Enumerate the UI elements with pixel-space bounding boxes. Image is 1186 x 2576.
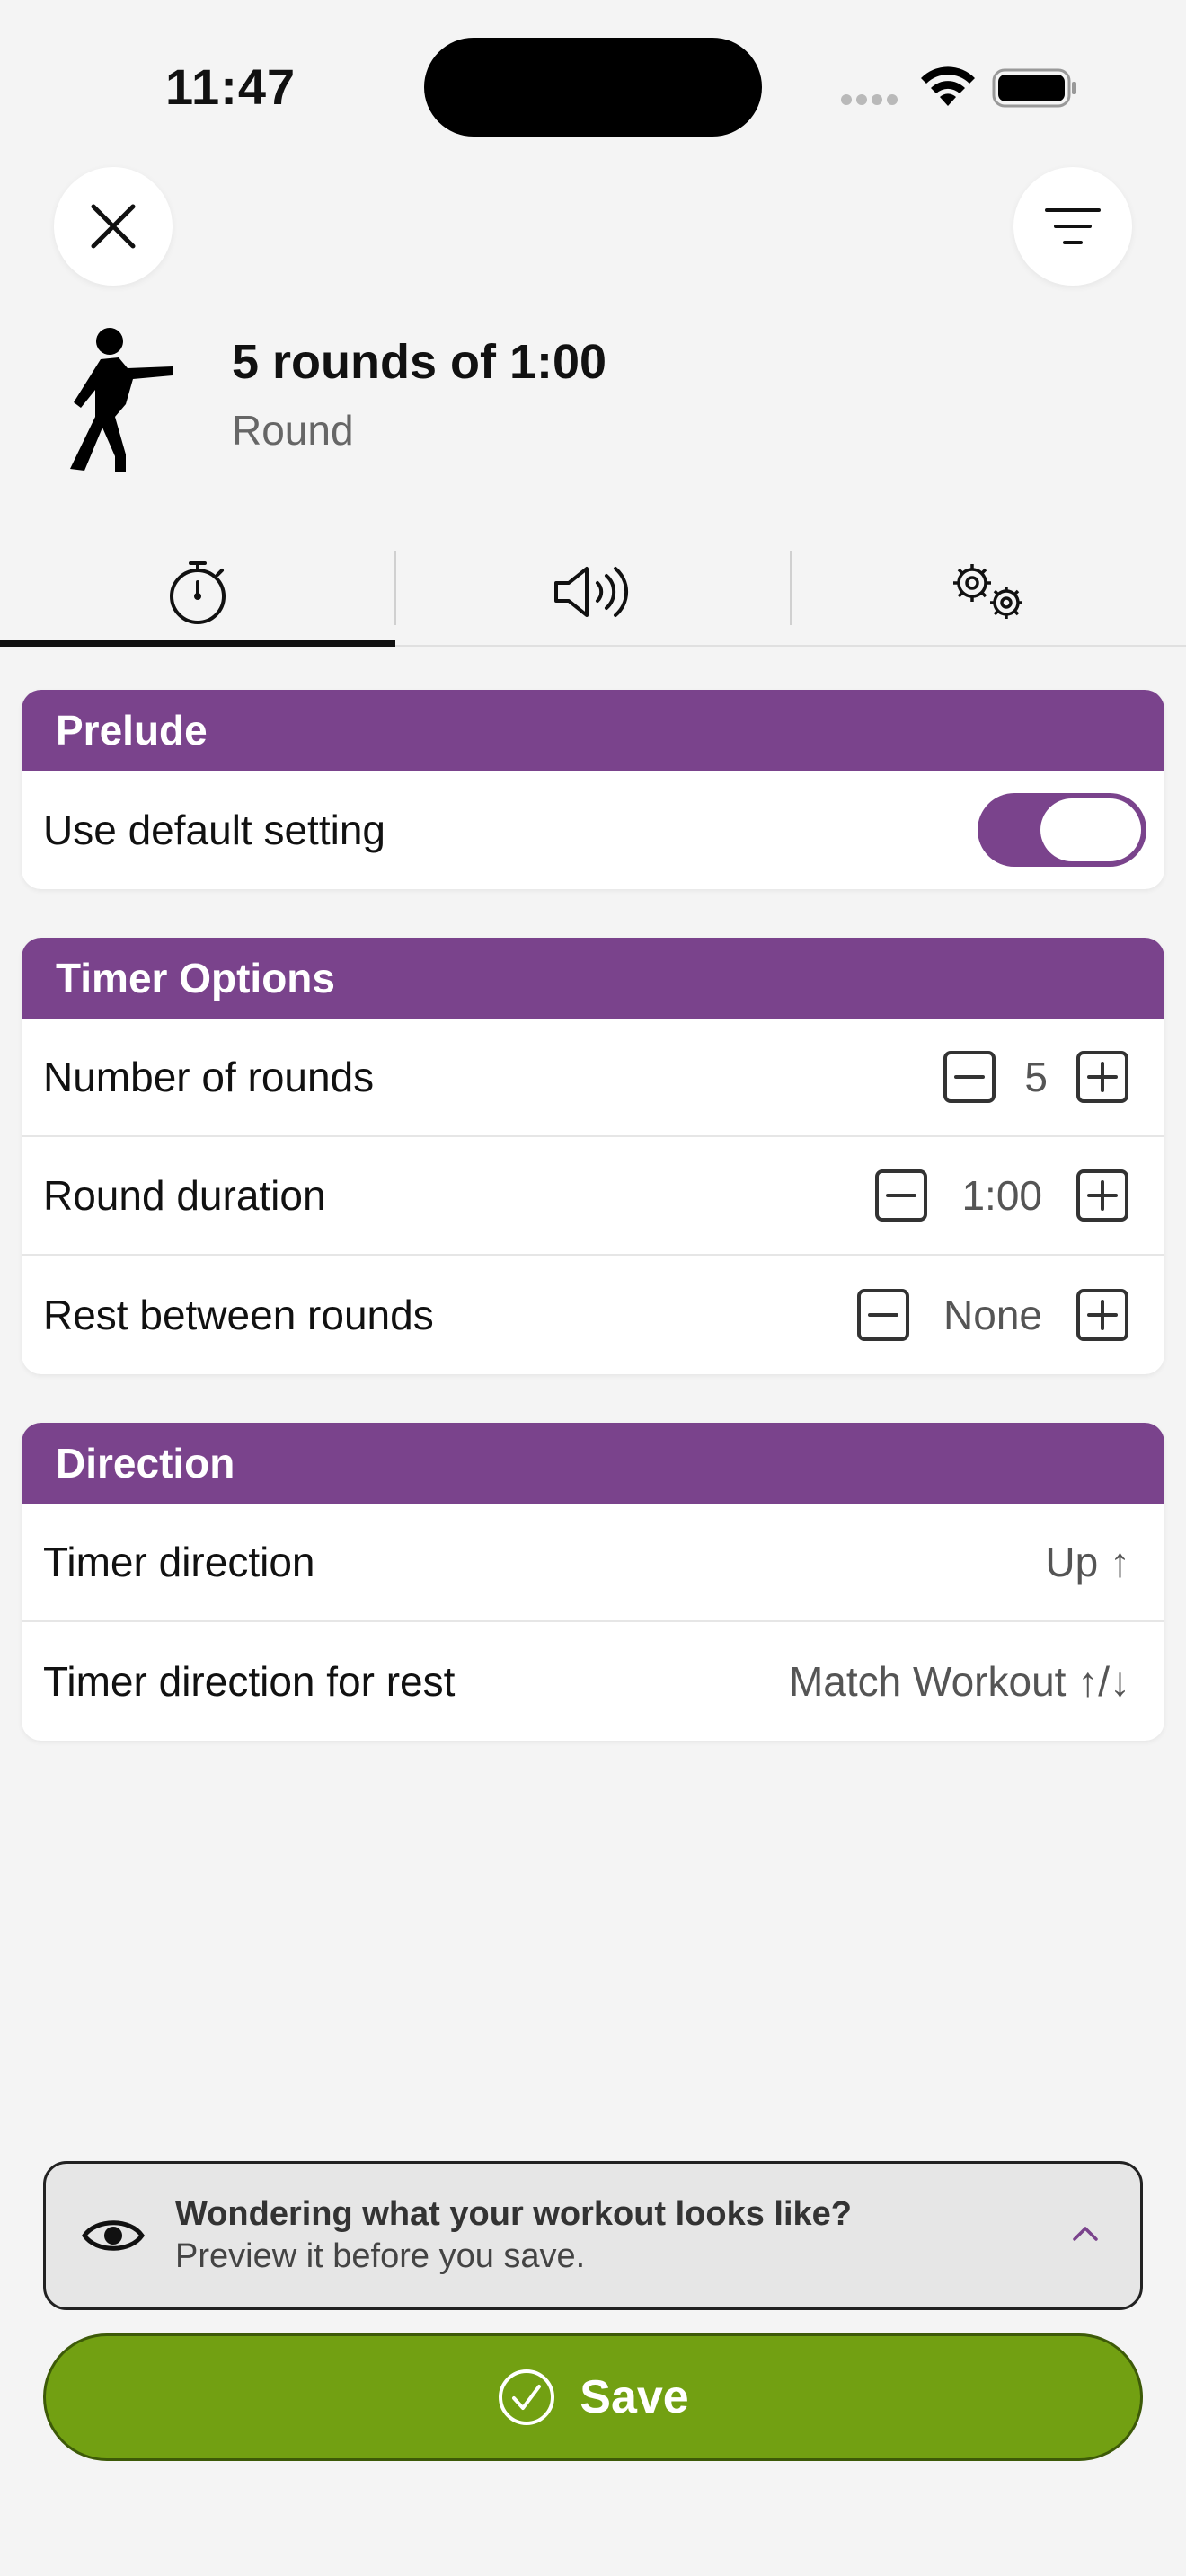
rounds-increment-button[interactable]: [1075, 1049, 1130, 1105]
tab-settings[interactable]: [791, 539, 1186, 645]
rest-value: None: [943, 1292, 1042, 1338]
rounds-value: 5: [1024, 1054, 1048, 1100]
rest-stepper: None: [855, 1287, 1130, 1343]
stopwatch-icon: [170, 561, 226, 624]
timer-direction-row[interactable]: Timer direction Up ↑: [22, 1504, 1164, 1622]
prelude-card: Prelude Use default setting: [22, 690, 1164, 889]
preview-title: Wondering what your workout looks like?: [175, 2195, 853, 2233]
tab-divider: [790, 551, 792, 625]
dynamic-island: [424, 38, 762, 137]
rest-increment-button[interactable]: [1075, 1287, 1130, 1343]
minus-square-icon: [875, 1169, 928, 1222]
figure-kickboxing-icon: [70, 328, 173, 472]
eye-icon: [82, 2220, 145, 2251]
wifi-icon: [921, 66, 975, 106]
filter-lines-icon: [1045, 208, 1101, 244]
save-label: Save: [580, 2371, 689, 2423]
preview-banner[interactable]: Wondering what your workout looks like? …: [43, 2161, 1143, 2310]
use-default-label: Use default setting: [43, 807, 386, 853]
toggle-knob: [1040, 798, 1141, 861]
use-default-toggle[interactable]: [978, 793, 1146, 867]
timer-direction-rest-label: Timer direction for rest: [43, 1658, 456, 1705]
plus-square-icon: [1076, 1169, 1128, 1222]
plus-square-icon: [1076, 1289, 1128, 1341]
status-time: 11:47: [165, 58, 296, 115]
timer-options-header: Timer Options: [22, 938, 1164, 1019]
use-default-row: Use default setting: [22, 771, 1164, 889]
preview-text: Wondering what your workout looks like? …: [175, 2195, 852, 2276]
rounds-stepper: 5: [942, 1049, 1130, 1105]
battery-icon: [992, 68, 1076, 108]
plus-square-icon: [1076, 1051, 1128, 1103]
workout-title: 5 rounds of 1:00: [232, 335, 607, 389]
tab-divider: [394, 551, 396, 625]
round-duration-row: Round duration 1:00: [22, 1137, 1164, 1256]
direction-header: Direction: [22, 1423, 1164, 1504]
number-of-rounds-row: Number of rounds 5: [22, 1019, 1164, 1137]
duration-stepper: 1:00: [873, 1168, 1130, 1223]
close-icon: [91, 204, 136, 249]
number-of-rounds-label: Number of rounds: [43, 1054, 375, 1100]
speaker-icon: [554, 567, 629, 617]
direction-card: Direction Timer direction Up ↑ Timer dir…: [22, 1423, 1164, 1741]
timer-options-card: Timer Options Number of rounds 5 Round d…: [22, 938, 1164, 1374]
tab-timer[interactable]: [0, 539, 395, 647]
rest-between-rounds-label: Rest between rounds: [43, 1292, 434, 1338]
status-bar: 11:47: [0, 0, 1186, 171]
prelude-header: Prelude: [22, 690, 1164, 771]
timer-direction-rest-row[interactable]: Timer direction for rest Match Workout ↑…: [22, 1622, 1164, 1741]
cellular-signal-icon: [841, 93, 904, 106]
preview-subtitle: Preview it before you save.: [175, 2237, 586, 2275]
minus-square-icon: [943, 1051, 996, 1103]
tab-sounds[interactable]: [395, 539, 791, 645]
filter-button[interactable]: [1013, 167, 1132, 286]
close-button[interactable]: [54, 167, 173, 286]
timer-direction-label: Timer direction: [43, 1539, 315, 1585]
save-button[interactable]: Save: [43, 2333, 1143, 2461]
duration-decrement-button[interactable]: [873, 1168, 929, 1223]
chevron-up-icon: [1073, 2227, 1098, 2241]
rounds-decrement-button[interactable]: [942, 1049, 997, 1105]
gears-icon: [953, 564, 1022, 619]
duration-value: 1:00: [961, 1172, 1042, 1219]
tab-bar: [0, 539, 1186, 647]
timer-direction-rest-value: Match Workout ↑/↓: [788, 1658, 1130, 1705]
round-duration-label: Round duration: [43, 1172, 326, 1219]
minus-square-icon: [857, 1289, 910, 1341]
duration-increment-button[interactable]: [1075, 1168, 1130, 1223]
rest-between-rounds-row: Rest between rounds None: [22, 1256, 1164, 1374]
rest-decrement-button[interactable]: [855, 1287, 911, 1343]
checkmark-circle-icon: [499, 2369, 555, 2425]
timer-direction-value: Up ↑: [1045, 1539, 1130, 1585]
workout-type: Round: [232, 407, 354, 454]
